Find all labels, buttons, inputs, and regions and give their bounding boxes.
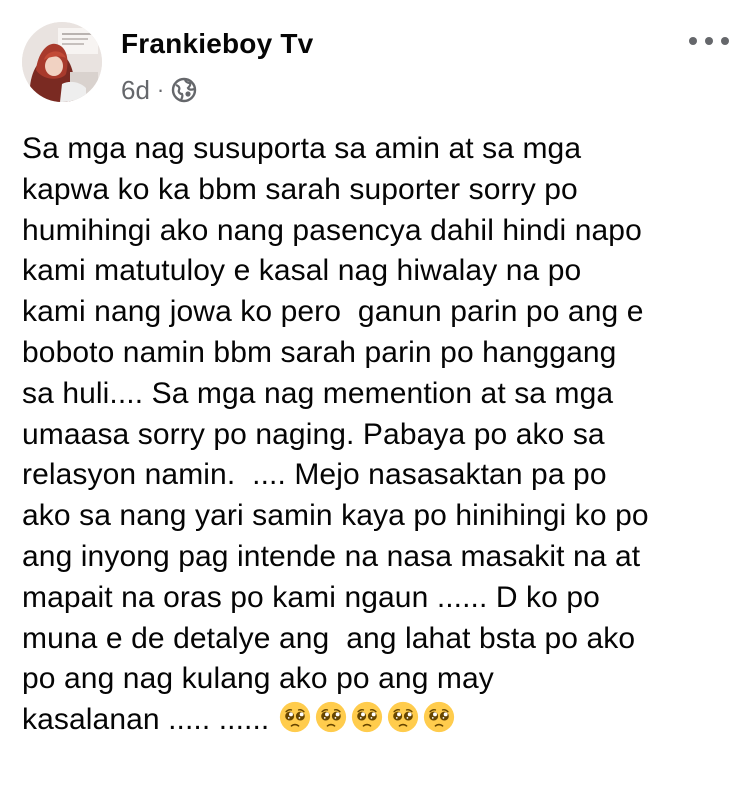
globe-icon[interactable] <box>171 77 197 103</box>
pleading-face-emoji <box>352 702 383 733</box>
pleading-face-emoji <box>316 702 347 733</box>
pleading-face-emoji <box>280 702 311 733</box>
post-body-line: relasyon namin. .... Mejo nasasaktan pa … <box>22 458 607 492</box>
avatar[interactable] <box>22 22 102 102</box>
post-body-line: Sa mga nag susuporta sa amin at sa mga <box>22 132 582 165</box>
profile-photo <box>22 22 102 102</box>
pleading-face-emoji <box>424 702 455 733</box>
pleading-face-emoji <box>388 702 419 733</box>
post-body-line: umaasa sorry po naging. Pabaya po ako sa <box>22 417 605 451</box>
post-body-line: kasalanan ..... ...... <box>22 703 270 737</box>
post-body-line: mapait na oras po kami ngaun ...... D ko… <box>22 580 600 614</box>
post-body-line: po ang nag kulang ako po ang may <box>22 662 494 696</box>
post-body-line: kami matutuloy e kasal nag hiwalay na po <box>22 254 582 288</box>
post-body-line: ang inyong pag intende na nasa masakit n… <box>22 539 641 573</box>
post-body-line: kapwa ko ka bbm sarah suporter sorry po <box>22 172 578 206</box>
post-meta: 6d · <box>121 74 197 106</box>
post-body-line: sa huli.... Sa mga nag memention at sa m… <box>22 376 614 410</box>
post-body-line: kami nang jowa ko pero ganun parin po an… <box>22 295 644 329</box>
emoji-row <box>279 701 455 733</box>
more-dot <box>721 37 729 45</box>
meta-separator: · <box>156 77 165 102</box>
post-body-line: boboto namin bbm sarah parin po hanggang <box>22 335 617 369</box>
author-name[interactable]: Frankieboy Tv <box>121 28 313 60</box>
more-options-icon[interactable] <box>689 30 729 52</box>
post-body-line: ako sa nang yari samin kaya po hinihingi… <box>22 499 649 533</box>
more-dot <box>705 37 713 45</box>
post-body-last-line: kasalanan ..... ...... <box>22 700 737 741</box>
more-dot <box>689 37 697 45</box>
post-time[interactable]: 6d <box>121 75 150 106</box>
post-body: Sa mga nag susuporta sa amin at sa mga k… <box>22 129 737 741</box>
post-body-line: muna e de detalye ang ang lahat bsta po … <box>22 621 636 655</box>
post-body-line: humihingi ako nang pasencya dahil hindi … <box>22 213 642 247</box>
facebook-post: Frankieboy Tv 6d · Sa mga nag susuporta … <box>0 0 749 805</box>
